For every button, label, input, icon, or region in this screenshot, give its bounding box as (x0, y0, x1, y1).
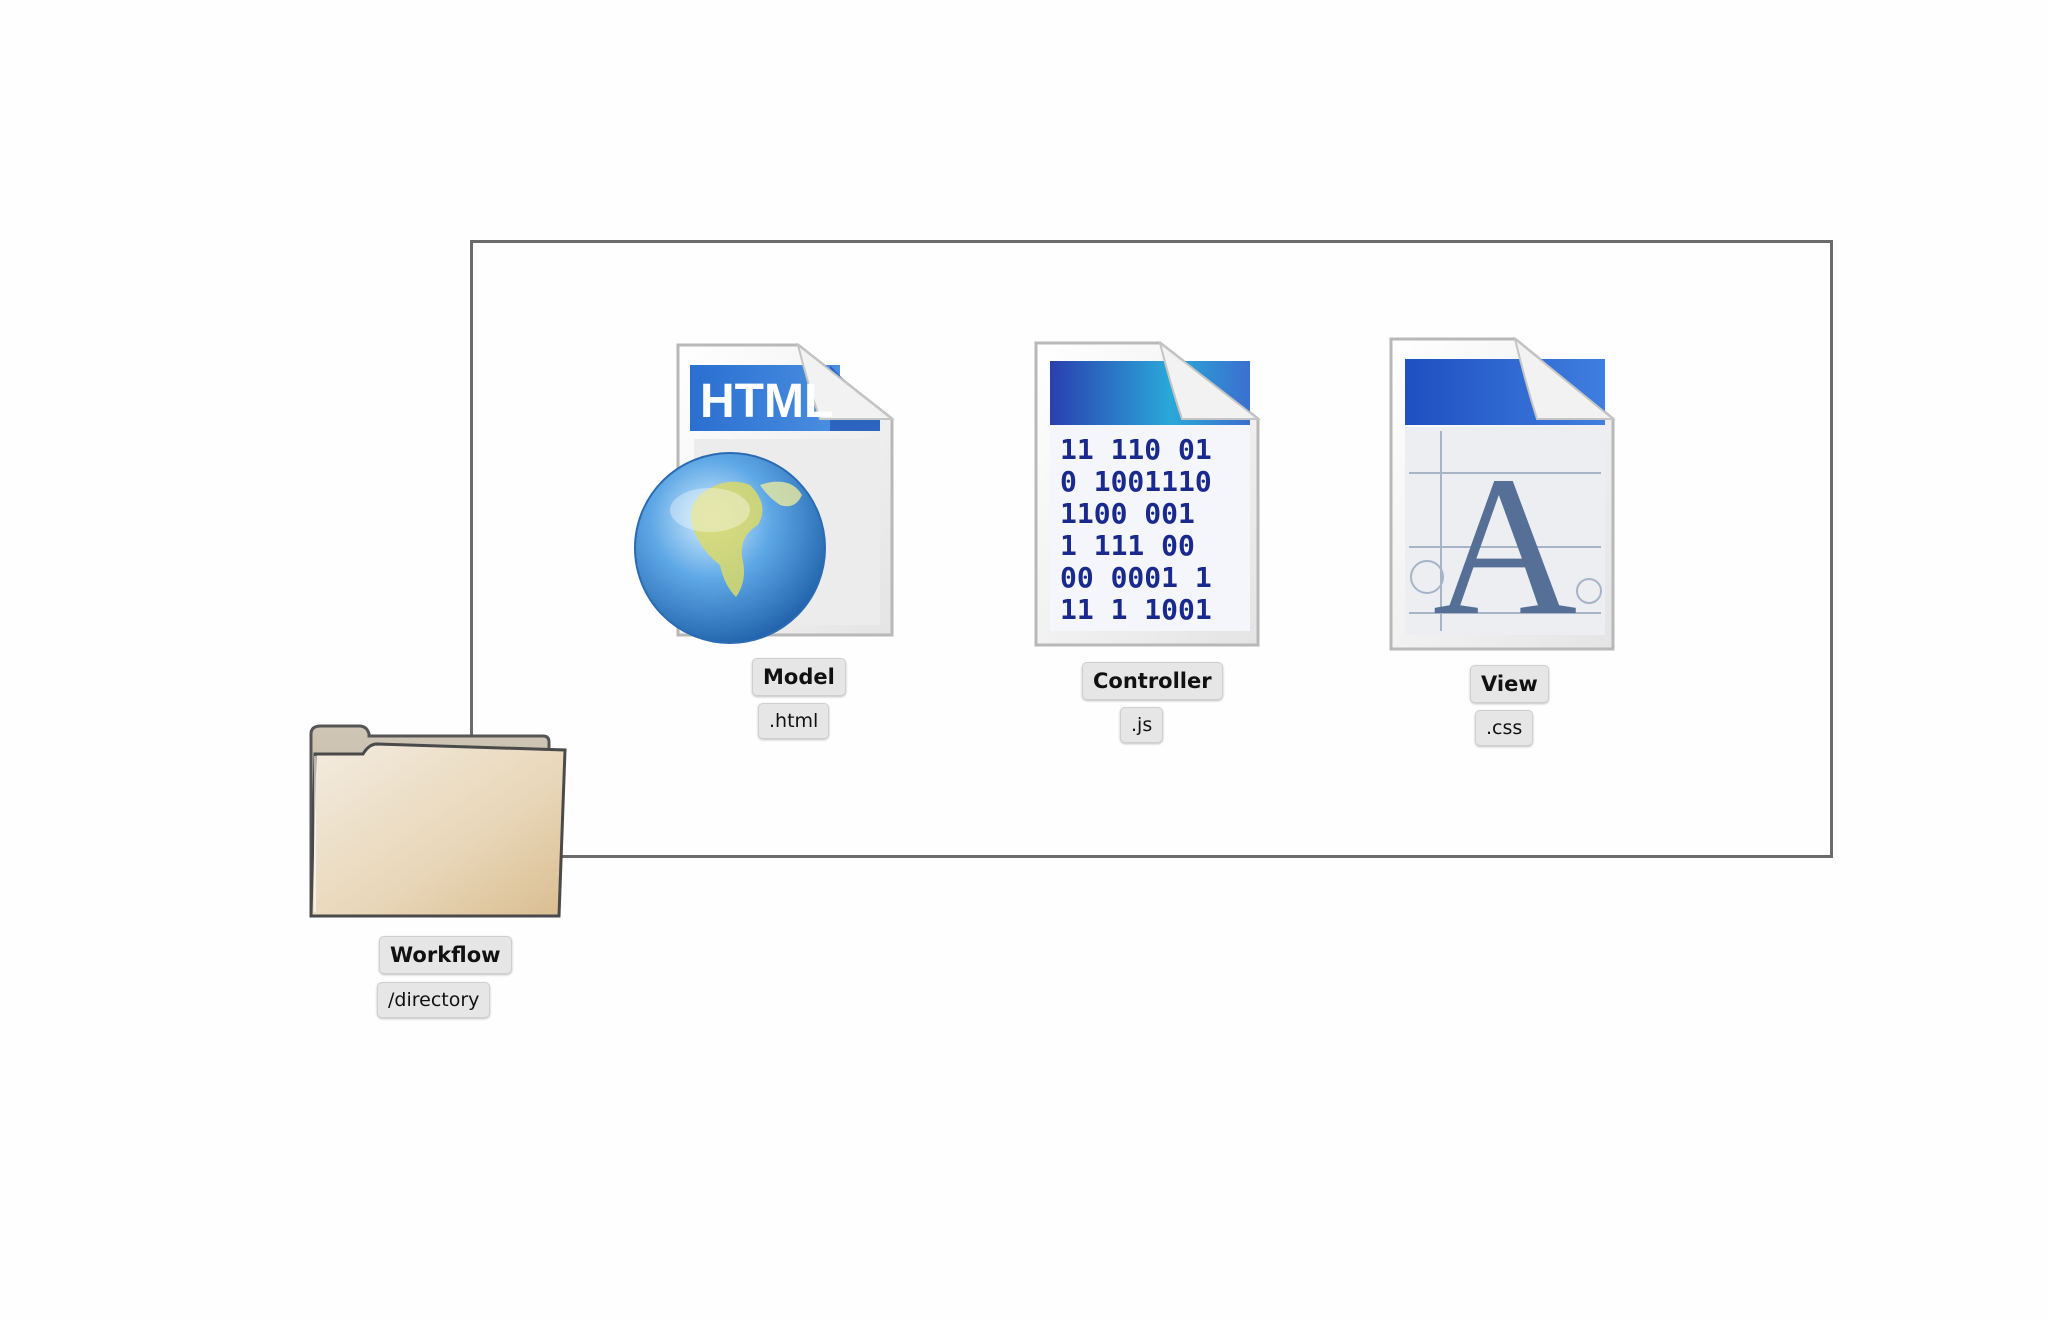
workflow-name-label: Workflow (379, 936, 512, 974)
folder-icon (309, 724, 567, 918)
view-name-label: View (1470, 665, 1549, 703)
controller-name-label: Controller (1082, 662, 1223, 700)
svg-text:A: A (1433, 436, 1577, 657)
svg-text:11 1 1001: 11 1 1001 (1060, 593, 1212, 626)
html-globe-icon: HTML (634, 342, 895, 644)
workflow-folder[interactable]: Workflow /directory (305, 720, 575, 1040)
svg-text:HTML: HTML (700, 375, 833, 428)
controller-extension-label: .js (1120, 707, 1164, 743)
font-document-icon: A (1389, 336, 1616, 657)
workflow-type-label: /directory (377, 982, 491, 1018)
view-extension-label: .css (1475, 710, 1534, 746)
svg-text:1100 001: 1100 001 (1060, 497, 1195, 530)
binary-document-icon: 11 110 01 0 1001110 1100 001 1 111 00 00… (1034, 340, 1261, 647)
view-file[interactable]: A View .css (1385, 335, 1625, 755)
svg-text:1 111 00: 1 111 00 (1060, 529, 1195, 562)
model-file[interactable]: HTML Model .html (630, 335, 910, 755)
svg-text:11 110 01: 11 110 01 (1060, 433, 1212, 466)
model-extension-label: .html (758, 703, 830, 739)
controller-file[interactable]: 11 110 01 0 1001110 1100 001 1 111 00 00… (1030, 335, 1270, 755)
model-name-label: Model (752, 658, 846, 696)
svg-text:0 1001110: 0 1001110 (1060, 465, 1212, 498)
svg-text:00 0001 1: 00 0001 1 (1060, 561, 1212, 594)
